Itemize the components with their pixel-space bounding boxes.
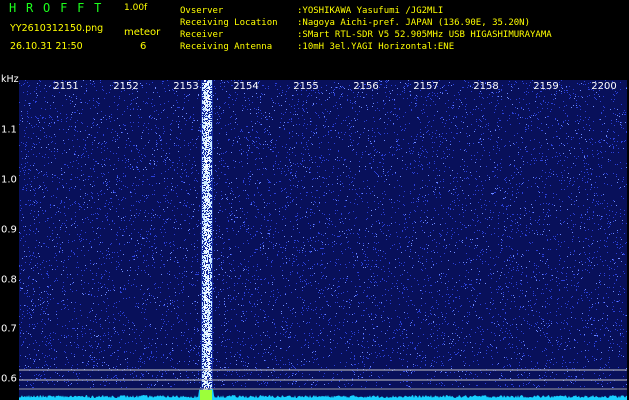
antenna-label: Receiving Antenna xyxy=(180,42,273,52)
receiver-label: Receiver xyxy=(180,30,224,40)
x-tick-2153: 2153 xyxy=(173,81,199,92)
hrofft-window: HROFFT 1.00f YY2610312150.png 26.10.31 2… xyxy=(0,0,629,400)
x-tick-2156: 2156 xyxy=(353,81,379,92)
x-tick-2159: 2159 xyxy=(533,81,559,92)
x-tick-2157: 2157 xyxy=(413,81,439,92)
antenna-value: :10mH 3el.YAGI Horizontal:ENE xyxy=(297,42,455,52)
observer-label: Ovserver xyxy=(180,6,224,16)
x-tick-2151: 2151 xyxy=(53,81,79,92)
y-tick-0.9: 0.9 xyxy=(1,224,17,236)
x-tick-2152: 2152 xyxy=(113,81,139,92)
y-tick-0.7: 0.7 xyxy=(1,323,17,335)
x-tick-2200: 2200 xyxy=(591,81,617,92)
spectrogram-plot xyxy=(19,80,627,400)
spectrum-peak xyxy=(200,390,212,400)
y-tick-0.6: 0.6 xyxy=(1,373,17,385)
app-title: HROFFT xyxy=(9,1,112,15)
y-unit-label: kHz xyxy=(1,74,19,85)
version-label: 1.00f xyxy=(124,3,148,13)
y-tick-1.1: 1.1 xyxy=(1,124,17,136)
spectrogram-svg xyxy=(19,80,627,400)
observer-value: :YOSHIKAWA Yasufumi /JG2MLI xyxy=(297,6,444,16)
location-label: Receiving Location xyxy=(180,18,278,28)
meteor-count: 6 xyxy=(140,41,147,52)
x-tick-2154: 2154 xyxy=(233,81,259,92)
receiver-value: :SMart RTL-SDR V5 52.905MHz USB HIGASHIM… xyxy=(297,30,552,40)
meteor-label: meteor xyxy=(124,27,161,38)
plot-background xyxy=(19,80,627,400)
x-tick-2155: 2155 xyxy=(293,81,319,92)
y-tick-1.0: 1.0 xyxy=(1,174,17,186)
filename-label: YY2610312150.png xyxy=(10,23,104,34)
timestamp-label: 26.10.31 21:50 xyxy=(10,41,83,52)
x-tick-2158: 2158 xyxy=(473,81,499,92)
location-value: :Nagoya Aichi-pref. JAPAN (136.90E, 35.2… xyxy=(297,18,530,28)
y-tick-0.8: 0.8 xyxy=(1,274,17,286)
